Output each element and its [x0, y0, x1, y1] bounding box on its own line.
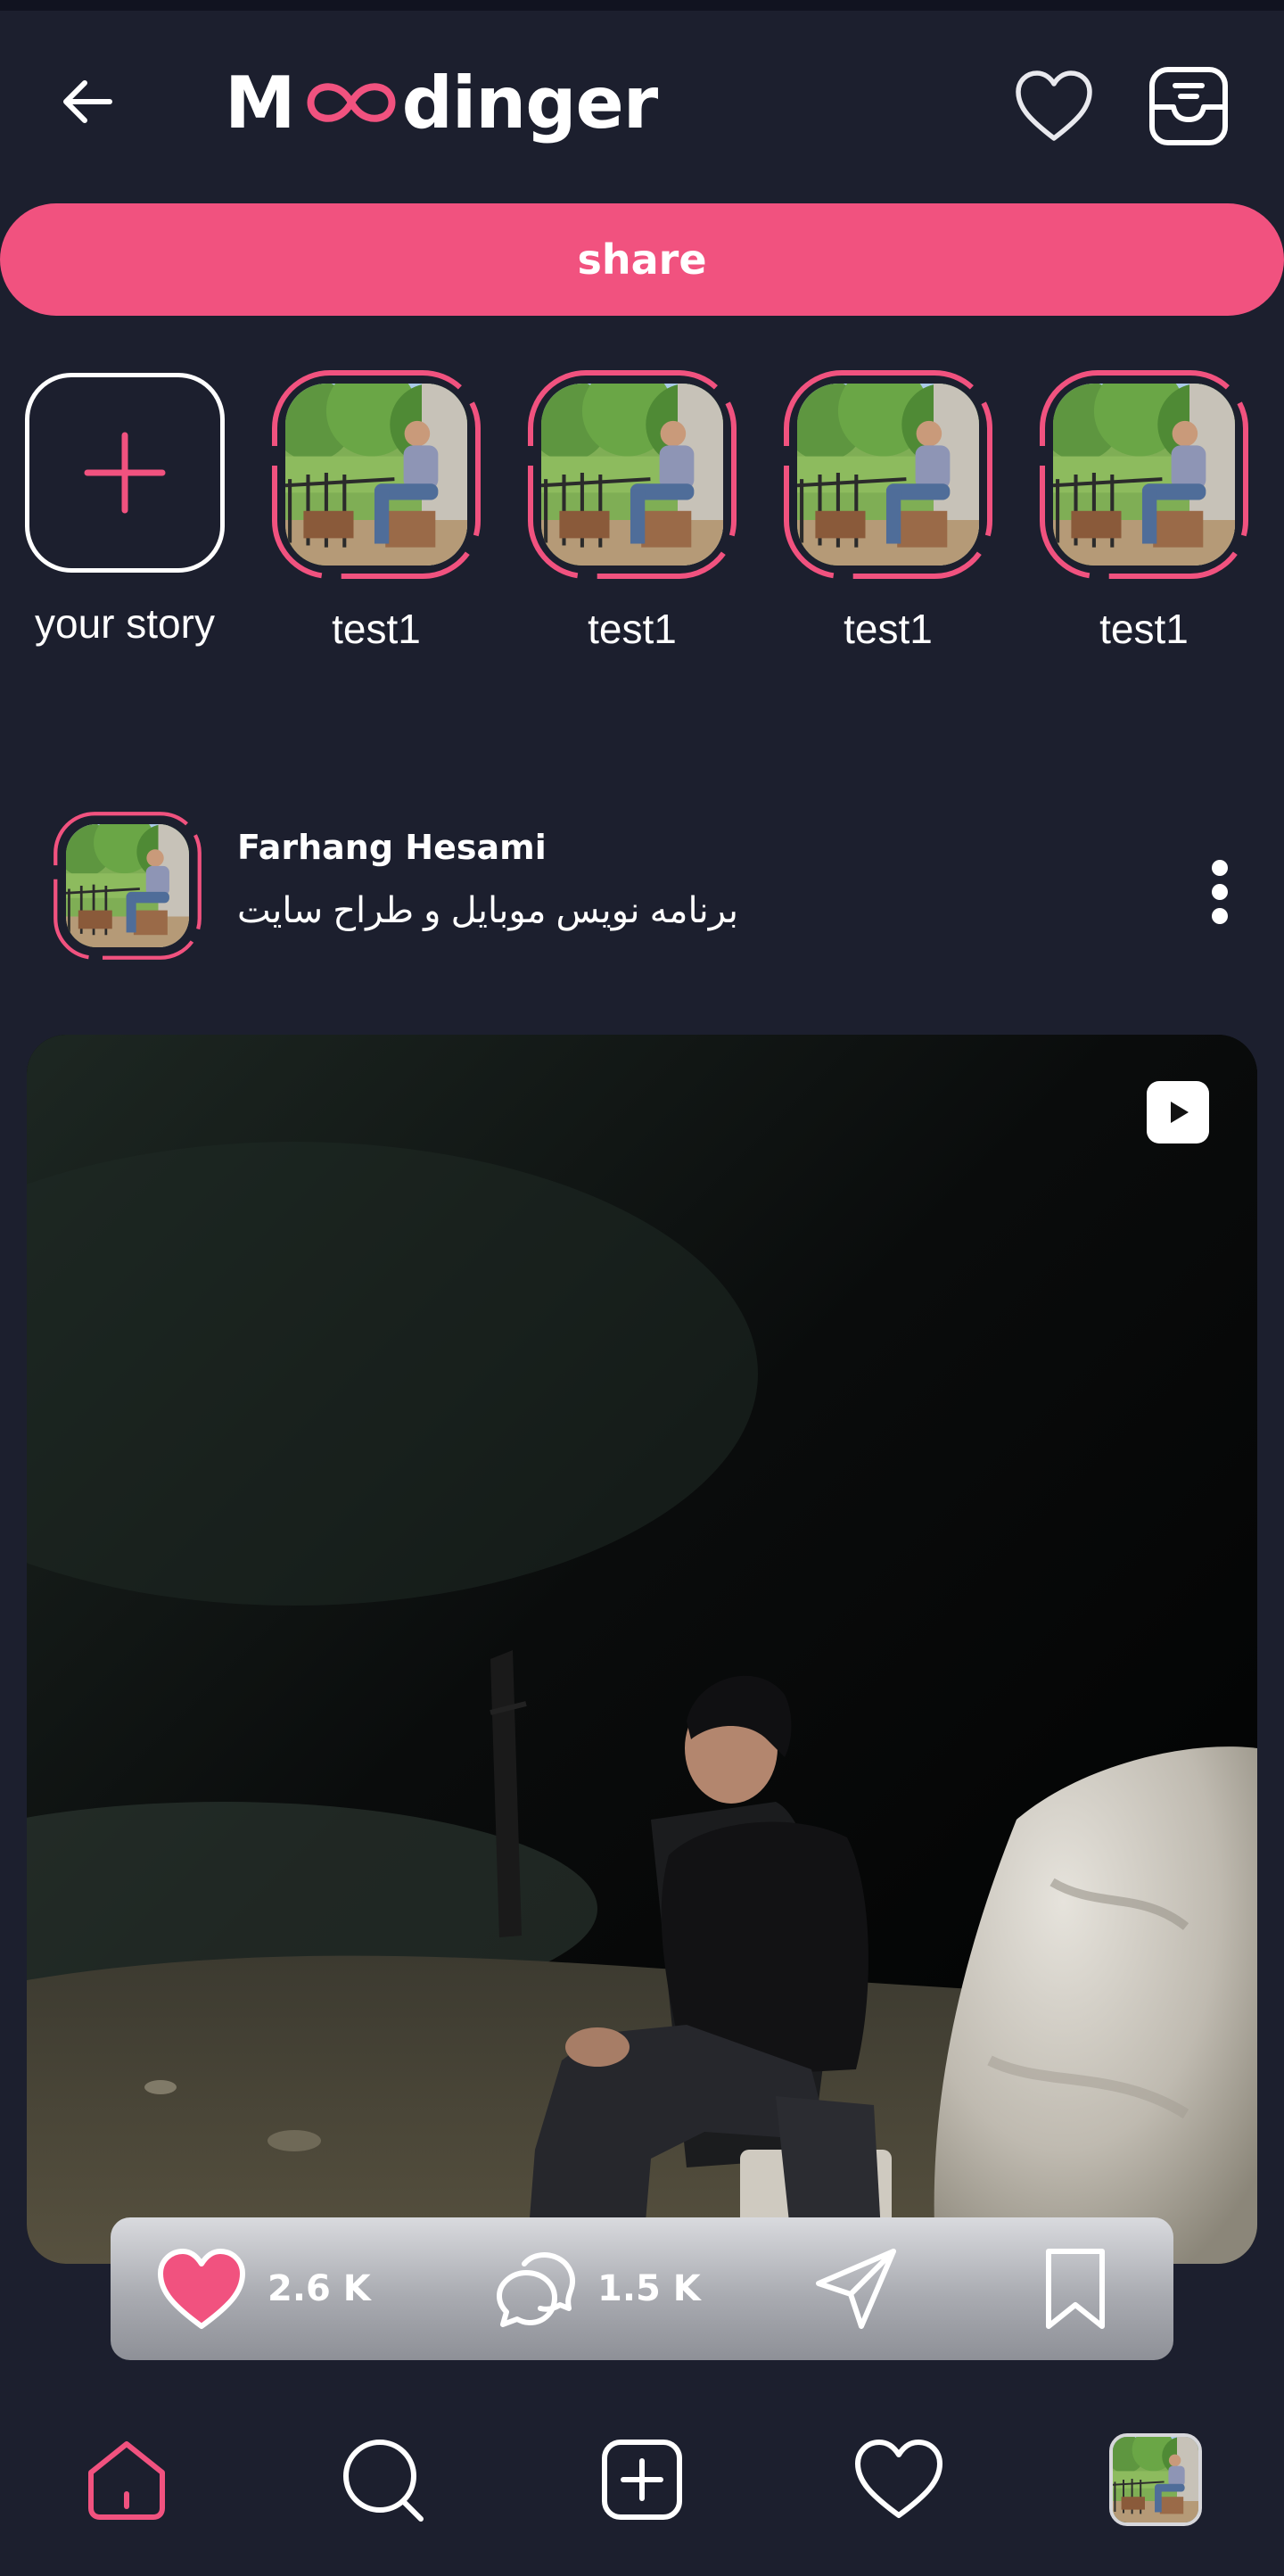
post-actions-bar: 2.6 K 1.5 K — [111, 2217, 1173, 2360]
profile-avatar — [1109, 2433, 1202, 2526]
add-story-label: your story — [35, 600, 215, 647]
add-story-button[interactable] — [25, 373, 225, 573]
heart-icon — [855, 2440, 942, 2518]
story-thumbnail — [541, 384, 723, 566]
story-username: test1 — [588, 606, 677, 652]
add-post-icon — [602, 2440, 682, 2520]
save-action[interactable] — [1038, 2217, 1113, 2360]
logo-suffix: dinger — [401, 61, 659, 144]
inbox-button[interactable] — [1148, 66, 1229, 146]
video-indicator — [1147, 1081, 1209, 1144]
app-logo: M dinger — [225, 54, 659, 152]
story-username: test1 — [1099, 606, 1189, 652]
app-header: M dinger — [0, 11, 1284, 186]
story-item[interactable]: test1 — [269, 366, 492, 669]
inbox-icon — [1149, 67, 1228, 145]
bookmark-icon — [1046, 2249, 1105, 2329]
story-thumbnail — [797, 384, 979, 566]
infinity-logo-icon — [307, 83, 396, 122]
story-item[interactable]: test1 — [525, 366, 748, 669]
share-button[interactable]: share — [0, 203, 1284, 316]
story-thumbnail — [285, 384, 467, 566]
comment-action[interactable]: 1.5 K — [492, 2217, 701, 2360]
nav-home[interactable] — [73, 2426, 180, 2533]
author-bio: برنامه نویس موبایل و طراح سایت — [237, 891, 738, 930]
story-item[interactable]: test1 — [781, 366, 1004, 669]
home-icon — [88, 2441, 165, 2520]
nav-search[interactable] — [330, 2426, 437, 2533]
heart-outline-icon — [1016, 70, 1092, 141]
play-icon — [1171, 1102, 1189, 1123]
post-header: Farhang Hesami برنامه نویس موبایل و طراح… — [0, 803, 1284, 972]
search-icon — [343, 2440, 424, 2522]
post-video-frame — [27, 1035, 1257, 2264]
stories-row: your story test1 test1 test1 test1 — [0, 366, 1284, 669]
story-thumbnail — [1053, 384, 1235, 566]
comment-icon — [497, 2252, 575, 2327]
more-vertical-icon — [1212, 860, 1228, 924]
plus-icon — [84, 432, 166, 514]
share-post-action[interactable] — [811, 2217, 901, 2360]
back-arrow-icon — [63, 80, 112, 123]
author-avatar[interactable] — [66, 824, 189, 947]
logo-prefix: M — [225, 61, 296, 144]
nav-activity[interactable] — [845, 2426, 952, 2533]
comment-count: 1.5 K — [597, 2268, 701, 2309]
bottom-navigation — [0, 2390, 1284, 2576]
story-item[interactable]: test1 — [1037, 366, 1260, 669]
status-bar — [0, 0, 1284, 11]
nav-profile[interactable] — [1102, 2426, 1209, 2533]
story-username: test1 — [332, 606, 421, 652]
send-icon — [816, 2249, 896, 2329]
post-more-button[interactable] — [1195, 852, 1245, 932]
nav-add-post[interactable] — [588, 2426, 696, 2533]
back-button[interactable] — [52, 66, 123, 137]
like-count: 2.6 K — [268, 2268, 371, 2309]
post-video[interactable] — [27, 1035, 1257, 2264]
heart-filled-icon — [158, 2249, 245, 2329]
notifications-button[interactable] — [1013, 68, 1095, 144]
story-username: test1 — [844, 606, 933, 652]
like-action[interactable]: 2.6 K — [155, 2217, 371, 2360]
author-name[interactable]: Farhang Hesami — [237, 828, 547, 867]
add-story-item[interactable]: your story — [0, 366, 225, 669]
